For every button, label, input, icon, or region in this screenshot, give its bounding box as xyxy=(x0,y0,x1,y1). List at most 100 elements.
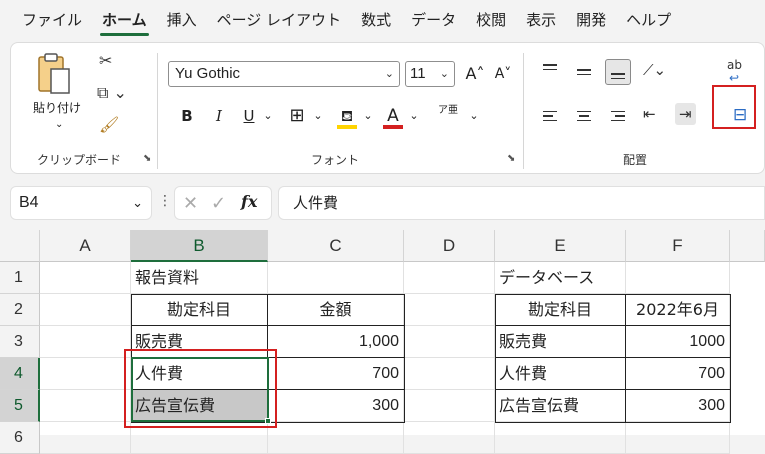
paste-dropdown-chevron-icon[interactable]: ⌄ xyxy=(55,119,63,130)
shrink-font-button[interactable]: A˅ xyxy=(491,61,515,87)
italic-button[interactable]: I xyxy=(207,103,231,129)
copy-icon[interactable]: ⧉ ⌄ xyxy=(97,83,127,103)
paste-button-label[interactable]: 貼り付け xyxy=(33,99,81,116)
cell-b5[interactable]: 広告宣伝費 xyxy=(131,390,268,422)
cell-e6[interactable] xyxy=(495,422,626,454)
borders-chevron-icon[interactable]: ⌄ xyxy=(311,103,325,129)
align-middle-icon[interactable] xyxy=(571,59,597,85)
cell-d5[interactable] xyxy=(404,390,495,422)
paste-icon[interactable] xyxy=(35,53,73,97)
column-header-a[interactable]: A xyxy=(40,230,131,262)
column-header-e[interactable]: E xyxy=(495,230,626,262)
row-header-1[interactable]: 1 xyxy=(0,262,40,294)
clipboard-launcher-icon[interactable]: ⬊ xyxy=(143,153,151,164)
underline-chevron-icon[interactable]: ⌄ xyxy=(261,103,275,129)
row-header-6[interactable]: 6 xyxy=(0,422,40,454)
select-all-corner[interactable] xyxy=(0,230,40,262)
row-header-4[interactable]: 4 xyxy=(0,358,40,390)
cell-f3[interactable]: 1000 xyxy=(626,326,730,358)
tab-home[interactable]: ホーム xyxy=(92,0,157,42)
format-painter-icon[interactable]: 🖌 xyxy=(99,115,119,134)
cell-d1[interactable] xyxy=(404,262,495,294)
cell-b1[interactable]: 報告資料 xyxy=(131,262,268,294)
cell-c3[interactable]: 1,000 xyxy=(268,326,404,358)
cell-a5[interactable] xyxy=(40,390,131,422)
cell-d2[interactable] xyxy=(404,294,495,326)
formula-input[interactable]: 人件費 xyxy=(278,186,765,220)
bold-button[interactable]: B xyxy=(175,103,199,129)
cell-d4[interactable] xyxy=(404,358,495,390)
cell-e5[interactable]: 広告宣伝費 xyxy=(495,390,626,422)
orientation-icon[interactable]: ⟋⌄ xyxy=(643,61,666,79)
column-header-c[interactable]: C xyxy=(268,230,404,262)
tab-formulas[interactable]: 数式 xyxy=(351,0,401,42)
phonetic-guide-button[interactable]: ア亜 xyxy=(431,103,465,129)
name-box-chevron-icon[interactable]: ⌄ xyxy=(132,187,143,219)
cell-b4[interactable]: 人件費 xyxy=(131,358,268,390)
cancel-icon[interactable]: ✕ xyxy=(183,193,198,214)
row-header-3[interactable]: 3 xyxy=(0,326,40,358)
align-left-icon[interactable] xyxy=(537,103,563,129)
font-name-combobox[interactable]: Yu Gothic ⌄ xyxy=(168,61,400,87)
font-size-combobox[interactable]: 11 ⌄ xyxy=(405,61,455,87)
tab-developer[interactable]: 開発 xyxy=(566,0,616,42)
name-box[interactable]: B4 ⌄ xyxy=(10,186,152,220)
font-size-chevron-icon[interactable]: ⌄ xyxy=(440,62,449,86)
cell-a3[interactable] xyxy=(40,326,131,358)
align-center-icon[interactable] xyxy=(571,103,597,129)
cell-b2[interactable]: 勘定科目 xyxy=(131,294,268,326)
tab-insert[interactable]: 挿入 xyxy=(157,0,207,42)
row-header-5[interactable]: 5 xyxy=(0,390,40,422)
cell-b6[interactable] xyxy=(131,422,268,454)
cell-f2[interactable]: 2022年6月 xyxy=(626,294,730,326)
cell-f6[interactable] xyxy=(626,422,730,454)
cell-b3[interactable]: 販売費 xyxy=(131,326,268,358)
cell-e1[interactable]: データベース xyxy=(495,262,626,294)
fill-color-icon[interactable]: ⛾ xyxy=(335,103,359,129)
font-name-chevron-icon[interactable]: ⌄ xyxy=(385,62,394,86)
tab-view[interactable]: 表示 xyxy=(516,0,566,42)
cell-d3[interactable] xyxy=(404,326,495,358)
fill-color-chevron-icon[interactable]: ⌄ xyxy=(361,103,375,129)
cell-e4[interactable]: 人件費 xyxy=(495,358,626,390)
tab-page-layout[interactable]: ページ レイアウト xyxy=(207,0,351,42)
grow-font-button[interactable]: A˄ xyxy=(463,61,487,87)
row-header-2[interactable]: 2 xyxy=(0,294,40,326)
cell-c4[interactable]: 700 xyxy=(268,358,404,390)
tab-file[interactable]: ファイル xyxy=(12,0,92,42)
cut-icon[interactable]: ✂ xyxy=(99,51,112,70)
borders-icon[interactable]: ⊞ xyxy=(285,103,309,129)
align-right-icon[interactable] xyxy=(605,103,631,129)
insert-function-icon[interactable]: fx xyxy=(241,192,257,211)
increase-indent-icon[interactable]: ⇥ xyxy=(675,103,696,125)
column-header-b[interactable]: B xyxy=(131,230,268,262)
cell-f4[interactable]: 700 xyxy=(626,358,730,390)
cell-c5[interactable]: 300 xyxy=(268,390,404,422)
cell-a1[interactable] xyxy=(40,262,131,294)
cell-e2[interactable]: 勘定科目 xyxy=(495,294,626,326)
tab-data[interactable]: データ xyxy=(401,0,466,42)
font-launcher-icon[interactable]: ⬊ xyxy=(507,153,515,164)
enter-icon[interactable]: ✓ xyxy=(211,193,226,214)
cell-f5[interactable]: 300 xyxy=(626,390,730,422)
tab-help[interactable]: ヘルプ xyxy=(616,0,681,42)
phonetic-chevron-icon[interactable]: ⌄ xyxy=(467,103,481,129)
cell-e3[interactable]: 販売費 xyxy=(495,326,626,358)
align-bottom-icon[interactable] xyxy=(605,59,631,85)
font-color-button[interactable]: A xyxy=(381,103,405,129)
cell-c6[interactable] xyxy=(268,422,404,454)
cell-f1[interactable] xyxy=(626,262,730,294)
column-header-f[interactable]: F xyxy=(626,230,730,262)
cell-d6[interactable] xyxy=(404,422,495,454)
align-top-icon[interactable] xyxy=(537,59,563,85)
cell-c2[interactable]: 金額 xyxy=(268,294,404,326)
column-header-d[interactable]: D xyxy=(404,230,495,262)
tab-review[interactable]: 校閲 xyxy=(466,0,516,42)
cell-a6[interactable] xyxy=(40,422,131,454)
underline-button[interactable]: U xyxy=(237,103,261,129)
font-color-chevron-icon[interactable]: ⌄ xyxy=(407,103,421,129)
cell-c1[interactable] xyxy=(268,262,404,294)
cell-a4[interactable] xyxy=(40,358,131,390)
wrap-text-icon[interactable]: ab xyxy=(727,59,742,71)
cell-a2[interactable] xyxy=(40,294,131,326)
